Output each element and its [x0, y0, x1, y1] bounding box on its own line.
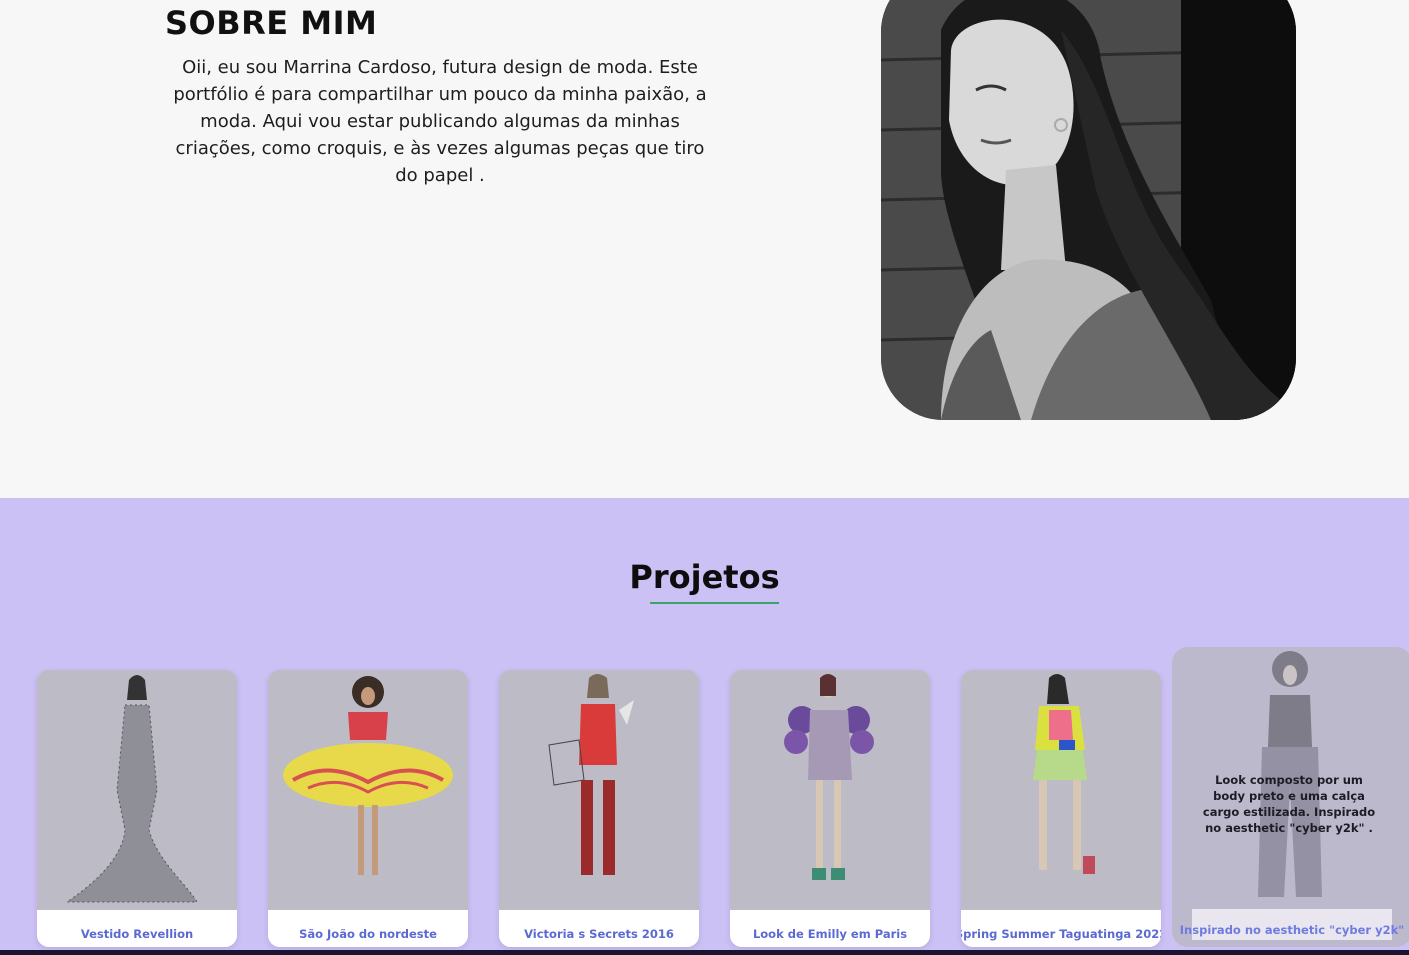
- project-card-label: São João do nordeste: [268, 910, 468, 947]
- project-card-hovered[interactable]: Look composto por um body preto e uma ca…: [1172, 647, 1409, 947]
- project-card[interactable]: Look de Emilly em Paris: [730, 670, 930, 947]
- portfolio-page: SOBRE MIM Oii, eu sou Marrina Cardoso, f…: [0, 0, 1409, 955]
- projects-title: Projetos: [629, 558, 780, 596]
- about-title: SOBRE MIM: [165, 4, 378, 42]
- project-sketch-image: [499, 670, 699, 910]
- project-sketch-image: [730, 670, 930, 910]
- project-sketch-image: [268, 670, 468, 910]
- project-card[interactable]: Spring Summer Taguatinga 2022: [961, 670, 1161, 947]
- project-card-label: Spring Summer Taguatinga 2022: [961, 910, 1161, 947]
- about-text: Oii, eu sou Marrina Cardoso, futura desi…: [173, 57, 707, 186]
- project-card[interactable]: Vestido Revellion: [37, 670, 237, 947]
- project-sketch-image: [961, 670, 1161, 910]
- page-bottom-bar: [0, 950, 1409, 955]
- projects-section: Projetos Vestido Revellion São João do n…: [0, 498, 1409, 950]
- project-card[interactable]: São João do nordeste: [268, 670, 468, 947]
- project-sketch-image: [37, 670, 237, 910]
- project-card-label: Inspirado no aesthetic "cyber y2k": [1180, 909, 1404, 940]
- profile-photo: [881, 0, 1296, 420]
- about-section: SOBRE MIM Oii, eu sou Marrina Cardoso, f…: [0, 0, 1409, 498]
- project-card-label: Victoria s Secrets 2016: [499, 910, 699, 947]
- project-card-label: Vestido Revellion: [37, 910, 237, 947]
- project-card[interactable]: Victoria s Secrets 2016: [499, 670, 699, 947]
- projects-title-underline: [650, 602, 779, 604]
- project-card-label: Look de Emilly em Paris: [730, 910, 930, 947]
- project-card-description: Look composto por um body preto e uma ca…: [1202, 773, 1376, 835]
